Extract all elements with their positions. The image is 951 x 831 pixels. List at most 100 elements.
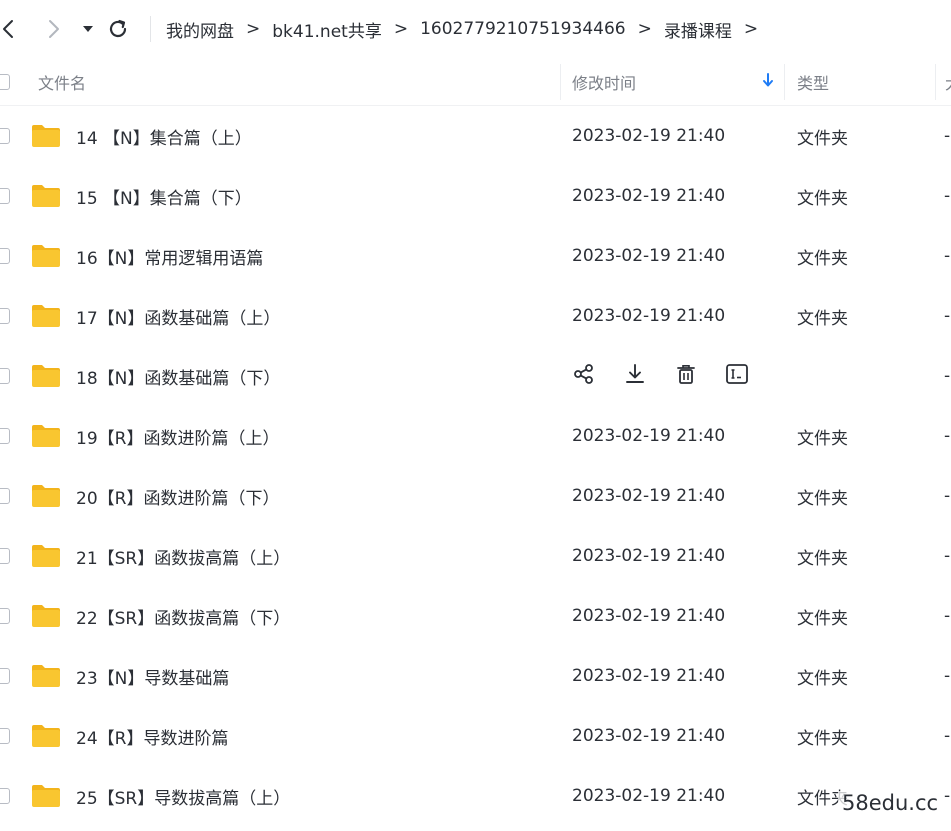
file-type: 文件夹 <box>797 188 848 209</box>
file-name[interactable]: 18【N】函数基础篇（下） <box>76 346 280 406</box>
breadcrumb: 我的网盘 > bk41.net共享 > 1602779210751934466 … <box>150 16 770 42</box>
file-type: 文件夹 <box>797 548 848 569</box>
modified-time: 2023-02-19 21:40 <box>572 246 726 266</box>
file-size: - <box>944 246 951 266</box>
file-name[interactable]: 23【N】导数基础篇 <box>76 646 229 706</box>
file-row[interactable]: 21【SR】函数拔高篇（上） 2023-02-19 21:40 文件夹 - <box>0 526 951 586</box>
rename-icon <box>725 363 749 389</box>
folder-icon <box>30 543 62 569</box>
file-list-header: 文件名 修改时间 类型 大 <box>0 58 951 106</box>
row-checkbox[interactable] <box>0 128 10 144</box>
file-row[interactable]: 16【N】常用逻辑用语篇 2023-02-19 21:40 文件夹 - <box>0 226 951 286</box>
file-name[interactable]: 19【R】函数进阶篇（上） <box>76 406 279 466</box>
modified-time: 2023-02-19 21:40 <box>572 546 726 566</box>
modified-time: 2023-02-19 21:40 <box>572 426 726 446</box>
folder-icon <box>30 243 62 269</box>
folder-icon <box>30 483 62 509</box>
chevron-left-icon <box>2 19 14 39</box>
file-row[interactable]: 15 【N】集合篇（下） 2023-02-19 21:40 文件夹 - <box>0 166 951 226</box>
breadcrumb-separator: > <box>246 19 261 39</box>
forward-button[interactable] <box>42 16 66 42</box>
file-row[interactable]: 24【R】导数进阶篇 2023-02-19 21:40 文件夹 - <box>0 706 951 766</box>
breadcrumb-item-id[interactable]: 1602779210751934466 <box>420 19 626 39</box>
file-type: 文件夹 <box>797 128 848 149</box>
column-header-type[interactable]: 类型 <box>797 58 829 106</box>
file-size: - <box>944 666 951 686</box>
file-size: - <box>944 306 951 326</box>
row-checkbox[interactable] <box>0 608 10 624</box>
file-type: 文件夹 <box>797 308 848 329</box>
sort-button[interactable] <box>762 58 774 106</box>
breadcrumb-item-current[interactable]: 录播课程 <box>664 17 732 42</box>
file-row[interactable]: 19【R】函数进阶篇（上） 2023-02-19 21:40 文件夹 - <box>0 406 951 466</box>
column-divider[interactable] <box>784 64 785 100</box>
modified-time: 2023-02-19 21:40 <box>572 186 726 206</box>
refresh-button[interactable] <box>106 16 130 42</box>
modified-time: 2023-02-19 21:40 <box>572 486 726 506</box>
delete-icon <box>675 363 697 389</box>
row-checkbox[interactable] <box>0 488 10 504</box>
file-type: 文件夹 <box>797 488 848 509</box>
file-row[interactable]: 20【R】函数进阶篇（下） 2023-02-19 21:40 文件夹 - <box>0 466 951 526</box>
breadcrumb-separator: > <box>743 19 759 39</box>
row-checkbox[interactable] <box>0 548 10 564</box>
delete-button[interactable] <box>674 364 698 388</box>
row-checkbox[interactable] <box>0 368 10 384</box>
column-header-size[interactable]: 大 <box>945 58 951 106</box>
file-row[interactable]: 23【N】导数基础篇 2023-02-19 21:40 文件夹 - <box>0 646 951 706</box>
column-header-modified[interactable]: 修改时间 <box>572 58 636 106</box>
watermark: 58edu.cc <box>838 791 943 815</box>
share-button[interactable] <box>572 364 596 388</box>
folder-icon <box>30 723 62 749</box>
file-size: - <box>944 546 951 566</box>
file-name[interactable]: 24【R】导数进阶篇 <box>76 706 228 766</box>
file-size: - <box>944 186 951 206</box>
folder-icon <box>30 123 62 149</box>
file-row[interactable]: 25【SR】导数拔高篇（上） 2023-02-19 21:40 文件夹 - <box>0 766 951 826</box>
folder-icon <box>30 183 62 209</box>
breadcrumb-item-share[interactable]: bk41.net共享 <box>272 17 382 42</box>
file-type: 文件夹 <box>797 728 848 749</box>
history-dropdown-button[interactable] <box>76 16 100 42</box>
file-type: 文件夹 <box>797 428 848 449</box>
row-checkbox[interactable] <box>0 188 10 204</box>
row-checkbox[interactable] <box>0 668 10 684</box>
file-name[interactable]: 17【N】函数基础篇（上） <box>76 286 280 346</box>
folder-icon <box>30 603 62 629</box>
row-checkbox[interactable] <box>0 728 10 744</box>
folder-icon <box>30 303 62 329</box>
file-name[interactable]: 16【N】常用逻辑用语篇 <box>76 226 263 286</box>
folder-icon <box>30 663 62 689</box>
refresh-icon <box>107 18 129 40</box>
rename-button[interactable] <box>725 364 749 388</box>
file-size: - <box>944 126 951 146</box>
back-button[interactable] <box>0 16 20 42</box>
file-row[interactable]: 22【SR】函数拔高篇（下） 2023-02-19 21:40 文件夹 - <box>0 586 951 646</box>
file-row[interactable]: 18【N】函数基础篇（下） - <box>0 346 951 406</box>
file-name[interactable]: 14 【N】集合篇（上） <box>76 106 252 166</box>
row-checkbox[interactable] <box>0 248 10 264</box>
file-name[interactable]: 22【SR】函数拔高篇（下） <box>76 586 290 646</box>
caret-down-icon <box>82 24 94 34</box>
file-name[interactable]: 15 【N】集合篇（下） <box>76 166 252 226</box>
file-name[interactable]: 20【R】函数进阶篇（下） <box>76 466 279 526</box>
toolbar: 我的网盘 > bk41.net共享 > 1602779210751934466 … <box>0 0 951 58</box>
row-checkbox[interactable] <box>0 788 10 804</box>
file-size: - <box>944 786 951 806</box>
modified-time: 2023-02-19 21:40 <box>572 126 726 146</box>
file-type: 文件夹 <box>797 608 848 629</box>
select-all-checkbox[interactable] <box>0 74 10 90</box>
file-row[interactable]: 14 【N】集合篇（上） 2023-02-19 21:40 文件夹 - <box>0 106 951 166</box>
column-divider[interactable] <box>935 64 936 100</box>
breadcrumb-item-root[interactable]: 我的网盘 <box>166 17 234 42</box>
file-name[interactable]: 25【SR】导数拔高篇（上） <box>76 766 290 826</box>
row-checkbox[interactable] <box>0 428 10 444</box>
column-header-name[interactable]: 文件名 <box>38 58 86 106</box>
file-name[interactable]: 21【SR】函数拔高篇（上） <box>76 526 290 586</box>
file-row[interactable]: 17【N】函数基础篇（上） 2023-02-19 21:40 文件夹 - <box>0 286 951 346</box>
toolbar-divider <box>150 16 151 42</box>
row-checkbox[interactable] <box>0 308 10 324</box>
folder-icon <box>30 783 62 809</box>
download-button[interactable] <box>623 364 647 388</box>
column-divider[interactable] <box>560 64 561 100</box>
